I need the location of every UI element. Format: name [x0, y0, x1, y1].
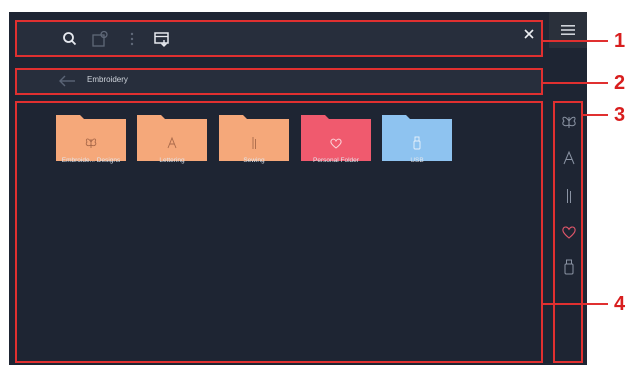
folder-lettering[interactable]: Lettering [137, 111, 207, 164]
add-folder-icon[interactable] [91, 30, 109, 48]
butterfly-icon [562, 116, 576, 128]
callout-number: 1 [614, 30, 626, 52]
sidebar-item-lettering[interactable] [560, 149, 578, 167]
search-icon[interactable] [61, 30, 79, 48]
file-browser-area: Embroide... Designs Lettering Sewing Per… [15, 101, 543, 363]
butterfly-icon [85, 138, 97, 148]
letter-a-icon [563, 150, 575, 165]
callout-number: 2 [614, 72, 626, 94]
heart-icon [330, 138, 342, 149]
callout-line [543, 303, 608, 305]
callout-number: 3 [614, 104, 626, 126]
folder-sewing[interactable]: Sewing [219, 111, 289, 164]
callout-line [583, 114, 608, 116]
folder-label: Embroide... Designs [61, 157, 121, 164]
close-icon[interactable] [523, 27, 535, 44]
callout-line [543, 40, 608, 42]
sidebar-item-sewing[interactable] [560, 187, 578, 205]
folder-label: Personal Folder [313, 157, 359, 164]
letter-a-icon [167, 136, 177, 149]
folder-label: Lettering [159, 157, 185, 164]
save-to-card-icon[interactable] [153, 30, 171, 48]
breadcrumb: Embroidery [15, 68, 543, 95]
folder-embroidery-designs[interactable]: Embroide... Designs [56, 111, 126, 164]
menu-button[interactable] [549, 12, 587, 48]
quick-access-sidebar [553, 101, 583, 363]
folder-personal[interactable]: Personal Folder [301, 111, 371, 164]
folder-label: USB [410, 157, 424, 164]
folder-usb[interactable]: USB [382, 111, 452, 164]
breadcrumb-current: Embroidery [87, 75, 128, 84]
callout-number: 4 [614, 293, 626, 315]
usb-icon [413, 136, 421, 150]
sewing-needle-icon [567, 189, 571, 203]
sidebar-item-usb[interactable] [560, 258, 578, 276]
heart-icon [562, 226, 576, 239]
top-toolbar [15, 20, 543, 57]
hamburger-icon [561, 25, 575, 35]
sidebar-item-embroidery[interactable] [560, 113, 578, 131]
back-arrow-icon[interactable] [57, 73, 77, 89]
sidebar-item-personal[interactable] [560, 223, 578, 241]
sewing-needle-icon [252, 137, 256, 149]
more-vertical-icon[interactable] [123, 30, 141, 48]
usb-icon [564, 259, 574, 275]
folder-label: Sewing [243, 157, 265, 164]
callout-line [543, 82, 608, 84]
